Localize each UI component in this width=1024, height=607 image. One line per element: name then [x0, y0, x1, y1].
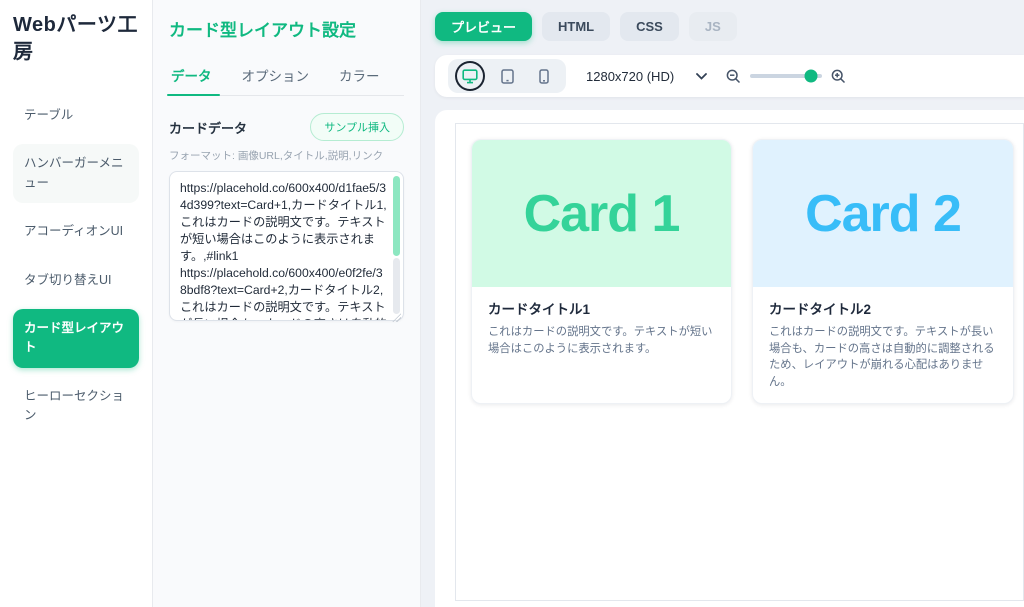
sidebar-item-card-layout[interactable]: カード型レイアウト — [13, 309, 139, 368]
insert-sample-button[interactable]: サンプル挿入 — [310, 113, 404, 141]
resolution-select[interactable]: 1280x720 (HD) — [586, 69, 707, 84]
card-data-label: カードデータ — [169, 118, 247, 137]
cards-grid: Card 1 カードタイトル1 これはカードの説明文です。テキストが短い場合はこ… — [471, 139, 1008, 404]
sidebar: Webパーツ工房 テーブル ハンバーガーメニュー アコーディオンUI タブ切り替… — [0, 0, 153, 607]
card-data-format-hint: フォーマット: 画像URL,タイトル,説明,リンク — [169, 148, 404, 163]
settings-tab-data[interactable]: データ — [169, 65, 214, 95]
magnifier-minus-icon[interactable] — [726, 69, 741, 84]
card-data-textarea-wrap: https://placehold.co/600x400/d1fae5/34d3… — [169, 171, 404, 326]
card-data-field-header: カードデータ サンプル挿入 — [169, 113, 404, 141]
monitor-icon — [462, 69, 478, 84]
card-1-image: Card 1 — [472, 140, 731, 287]
magnifier-plus-icon[interactable] — [831, 69, 846, 84]
settings-tab-colors[interactable]: カラー — [337, 65, 382, 95]
card-2-image: Card 2 — [753, 140, 1013, 287]
preview-container: Card 1 カードタイトル1 これはカードの説明文です。テキストが短い場合はこ… — [435, 110, 1024, 607]
tablet-icon — [501, 69, 514, 84]
card-1-body: カードタイトル1 これはカードの説明文です。テキストが短い場合はこのように表示さ… — [472, 287, 731, 403]
sidebar-item-hero-section[interactable]: ヒーローセクション — [13, 377, 139, 436]
tab-html[interactable]: HTML — [542, 12, 610, 41]
zoom-controls — [726, 69, 846, 84]
chevron-down-icon — [696, 73, 707, 80]
textarea-scrollbar-track[interactable] — [393, 258, 400, 314]
view-tabs: プレビュー HTML CSS JS — [435, 12, 1024, 41]
sidebar-nav: テーブル ハンバーガーメニュー アコーディオンUI タブ切り替えUI カード型レ… — [13, 96, 139, 435]
settings-panel: カード型レイアウト設定 データ オプション カラー カードデータ サンプル挿入 … — [153, 0, 421, 607]
device-desktop-button[interactable] — [457, 63, 483, 89]
preview-card-1[interactable]: Card 1 カードタイトル1 これはカードの説明文です。テキストが短い場合はこ… — [471, 139, 732, 404]
sidebar-item-hamburger-menu[interactable]: ハンバーガーメニュー — [13, 144, 139, 203]
sidebar-item-table[interactable]: テーブル — [13, 96, 139, 135]
app-title: Webパーツ工房 — [13, 12, 139, 66]
preview-toolbar: 1280x720 (HD) — [435, 55, 1024, 97]
tab-preview[interactable]: プレビュー — [435, 12, 532, 41]
device-toggle-group — [448, 59, 566, 93]
card-2-title: カードタイトル2 — [769, 298, 997, 318]
zoom-slider-handle[interactable] — [805, 70, 818, 83]
preview-frame: Card 1 カードタイトル1 これはカードの説明文です。テキストが短い場合はこ… — [455, 123, 1024, 601]
textarea-scrollbar-thumb[interactable] — [393, 176, 400, 256]
smartphone-icon — [539, 69, 549, 84]
preview-area: プレビュー HTML CSS JS — [421, 0, 1024, 607]
tab-js[interactable]: JS — [689, 12, 737, 41]
settings-title: カード型レイアウト設定 — [169, 16, 404, 41]
card-1-description: これはカードの説明文です。テキストが短い場合はこのように表示されます。 — [488, 324, 715, 357]
zoom-slider[interactable] — [750, 74, 822, 78]
card-2-body: カードタイトル2 これはカードの説明文です。テキストが長い場合も、カードの高さは… — [753, 287, 1013, 403]
card-data-input[interactable]: https://placehold.co/600x400/d1fae5/34d3… — [169, 171, 404, 321]
device-tablet-button[interactable] — [494, 63, 520, 89]
settings-tabs: データ オプション カラー — [169, 65, 404, 96]
settings-tab-options[interactable]: オプション — [240, 65, 312, 95]
preview-card-2[interactable]: Card 2 カードタイトル2 これはカードの説明文です。テキストが長い場合も、… — [752, 139, 1014, 404]
sidebar-item-tab-switch[interactable]: タブ切り替えUI — [13, 261, 139, 300]
sidebar-item-accordion[interactable]: アコーディオンUI — [13, 212, 139, 251]
device-phone-button[interactable] — [531, 63, 557, 89]
resolution-value: 1280x720 (HD) — [586, 69, 674, 84]
card-1-title: カードタイトル1 — [488, 298, 715, 318]
tab-css[interactable]: CSS — [620, 12, 679, 41]
card-2-description: これはカードの説明文です。テキストが長い場合も、カードの高さは自動的に調整される… — [769, 324, 997, 391]
app-root: { "colors": { "accent": "#10b981", "acce… — [0, 0, 1024, 607]
textarea-resize-grip[interactable] — [392, 313, 401, 322]
